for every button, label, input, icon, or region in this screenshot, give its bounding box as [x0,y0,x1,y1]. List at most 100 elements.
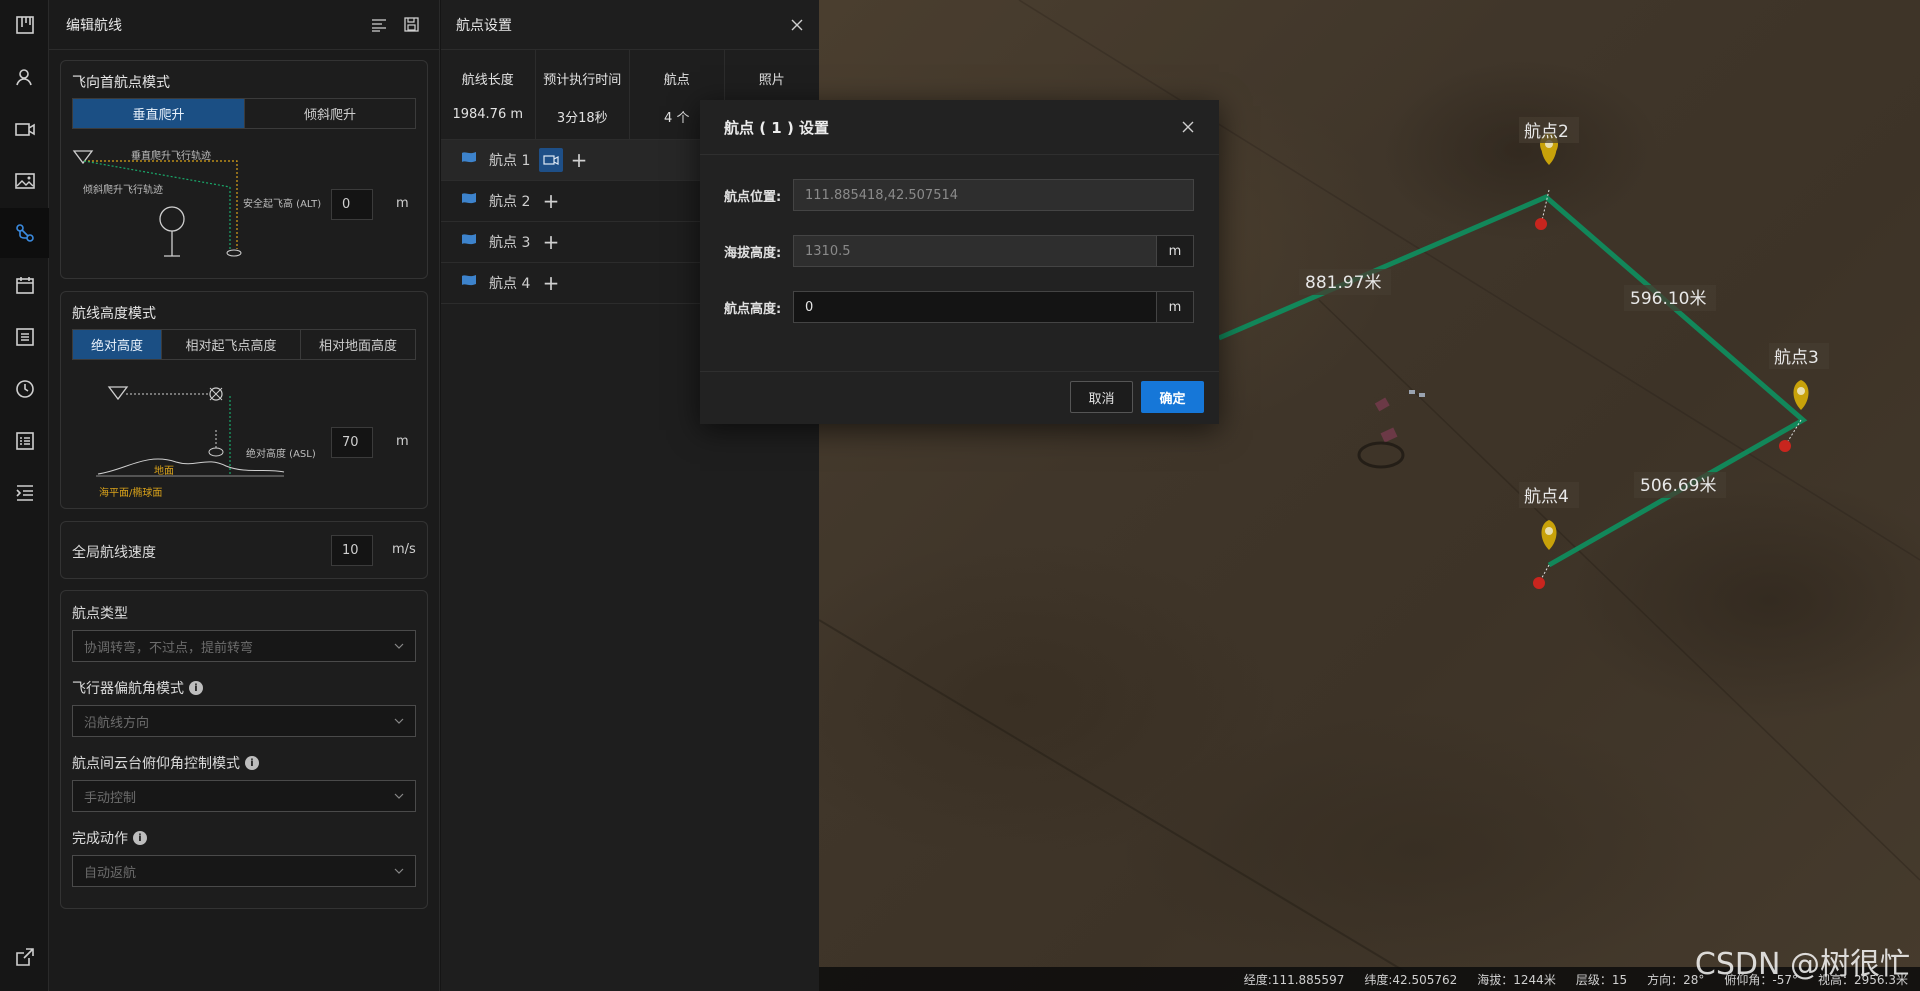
gimbal-mode-select[interactable]: 手动控制 [72,780,416,812]
waypoint-name: 航点 4 [489,276,531,292]
status-level: 层级：15 [1575,972,1628,987]
add-action-button[interactable]: + [567,148,591,172]
stat-estimated-time: 预计执行时间 3分18秒 [536,50,630,139]
save-icon[interactable] [400,14,422,36]
buildings [1357,390,1425,469]
chevron-down-icon [394,868,404,874]
waypoint-panel-title: 航点设置 [456,17,512,34]
first-point-mode-card: 飞向首航点模式 垂直爬升 倾斜爬升 垂直爬升飞行轨迹 倾斜爬升飞行轨迹 安全起飞… [60,60,428,279]
flag-icon [462,152,476,168]
marker-label-3: 航点3 [1774,348,1819,368]
relative-takeoff-option[interactable]: 相对起飞点高度 [162,330,301,359]
flag-icon [462,275,476,291]
finish-action-label: 完成动作 i [72,828,147,848]
height-mode-toggle: 绝对高度 相对起飞点高度 相对地面高度 [72,329,416,360]
route-icon[interactable] [0,208,49,258]
asl-unit: m [1157,235,1194,267]
waypoint-settings-dialog: 航点 ( 1 ) 设置 航点位置: 111.885418,42.507514 海… [700,100,1219,424]
sea-level-label: 海平面/椭球面 [99,488,163,499]
waypoint-name: 航点 3 [489,235,531,251]
position-label: 航点位置: [724,189,782,205]
heading-mode-label: 飞行器偏航角模式 i [72,678,203,698]
climb-mode-toggle: 垂直爬升 倾斜爬升 [72,98,416,129]
safe-alt-unit: m [396,196,409,211]
distance-label-3: 506.69米 [1640,476,1716,496]
add-action-button[interactable]: + [539,230,563,254]
safe-alt-input[interactable]: 0 [331,189,373,220]
waypoint-marker-4[interactable] [1533,520,1557,589]
height-label: 航点高度: [724,301,782,317]
list-icon[interactable] [0,312,49,362]
height-diagram [96,386,285,477]
height-mode-card: 航线高度模式 绝对高度 相对起飞点高度 相对地面高度 绝对高度 (ASL) 地面… [60,291,428,509]
flag-icon [462,234,476,250]
close-icon[interactable] [1181,120,1195,134]
vertical-track-label: 垂直爬升飞行轨迹 [131,151,211,162]
icon-rail [0,0,49,991]
close-icon[interactable] [790,18,804,32]
history-icon[interactable] [0,364,49,414]
dialog-header: 航点 ( 1 ) 设置 [700,100,1219,155]
vertical-climb-option[interactable]: 垂直爬升 [73,99,245,128]
confirm-button[interactable]: 确定 [1141,381,1204,413]
height-mode-title: 航线高度模式 [72,306,156,322]
speed-card: 全局航线速度 10 m/s [60,521,428,579]
image-icon[interactable] [0,156,49,206]
absolute-height-option[interactable]: 绝对高度 [73,330,162,359]
asl-field[interactable]: 1310.5 [793,235,1157,267]
tilt-climb-option[interactable]: 倾斜爬升 [245,99,415,128]
stat-route-length: 航线长度 1984.76 m [441,50,536,139]
position-row: 航点位置: 111.885418,42.507514 [724,179,1194,211]
heading-mode-select[interactable]: 沿航线方向 [72,705,416,737]
speed-unit: m/s [392,542,416,557]
finish-action-select[interactable]: 自动返航 [72,855,416,887]
align-icon[interactable] [368,14,390,36]
asl-row: 海拔高度: 1310.5 m [724,235,1194,267]
tilt-track-label: 倾斜爬升飞行轨迹 [83,185,163,196]
absolute-height-input[interactable]: 70 [331,427,373,458]
waypoint-panel-header: 航点设置 [441,0,819,50]
first-point-mode-title: 飞向首航点模式 [72,75,170,91]
height-field[interactable]: 0 [793,291,1157,323]
info-icon[interactable]: i [189,681,203,695]
route-line [1218,194,1808,568]
marker-label-4: 航点4 [1524,487,1569,507]
waypoint-name: 航点 1 [489,153,531,169]
status-alt: 海拔：1244米 [1477,972,1556,987]
distance-label-2: 596.10米 [1630,289,1706,309]
user-icon[interactable] [0,52,49,102]
height-row: 航点高度: 0 m [724,291,1194,323]
status-lat: 纬度:42.505762 [1364,972,1458,987]
gimbal-mode-label: 航点间云台俯仰角控制模式 i [72,753,259,773]
ground-label: 地面 [154,466,174,477]
indent-icon[interactable] [0,468,49,518]
waypoint-type-select[interactable]: 协调转弯，不过点，提前转弯 [72,630,416,662]
speed-input[interactable]: 10 [331,535,373,566]
flag-icon [462,193,476,209]
dialog-title: 航点 ( 1 ) 设置 [724,118,830,137]
add-action-button[interactable]: + [539,271,563,295]
height-unit: m [1157,291,1194,323]
safe-alt-label: 安全起飞高 (ALT) [243,199,322,210]
dialog-footer [700,371,1219,372]
relative-ground-option[interactable]: 相对地面高度 [301,330,415,359]
add-action-button[interactable]: + [539,189,563,213]
info-icon[interactable]: i [133,831,147,845]
asl-label: 海拔高度: [724,245,782,261]
camera-action-icon[interactable] [539,148,563,172]
waypoint-marker-3[interactable] [1779,380,1809,452]
cancel-button[interactable]: 取消 [1070,381,1133,413]
chevron-down-icon [394,793,404,799]
distance-label-1: 881.97米 [1305,273,1381,293]
board-icon[interactable] [0,0,49,50]
info-icon[interactable]: i [245,756,259,770]
video-icon[interactable] [0,104,49,154]
asl-label: 绝对高度 (ASL) [246,449,316,460]
editor-header: 编辑航线 [49,0,439,50]
waypoint-name: 航点 2 [489,194,531,210]
position-field[interactable]: 111.885418,42.507514 [793,179,1194,211]
checklist-icon[interactable] [0,416,49,466]
calendar-icon[interactable] [0,260,49,310]
waypoint-marker-2[interactable] [1535,133,1558,230]
export-icon[interactable] [0,932,49,982]
